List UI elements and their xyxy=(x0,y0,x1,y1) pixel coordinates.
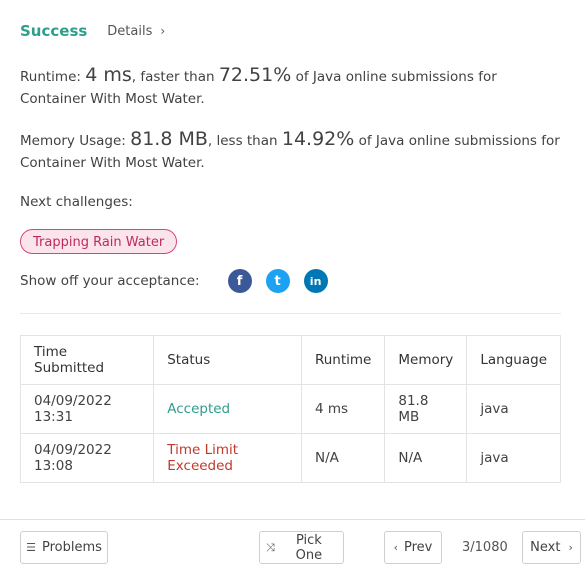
submission-result-panel: Success Details › Runtime: 4 ms, faster … xyxy=(0,0,585,520)
details-label: Details xyxy=(107,23,153,39)
cell-memory: 81.8 MB xyxy=(384,384,468,434)
runtime-value: 4 ms xyxy=(85,64,132,86)
social-icons: f t in xyxy=(227,269,342,293)
header-runtime: Runtime xyxy=(300,335,386,385)
runtime-label: Runtime: xyxy=(20,69,81,85)
facebook-icon[interactable]: f xyxy=(227,269,252,293)
pick-one-button[interactable]: ⤨ Pick One xyxy=(259,531,344,564)
memory-stat: Memory Usage: 81.8 MB, less than 14.92% … xyxy=(20,128,565,174)
header-memory: Memory xyxy=(384,335,468,385)
problems-label: Problems xyxy=(41,540,102,555)
linkedin-icon[interactable]: in xyxy=(303,269,328,293)
next-button[interactable]: Next › xyxy=(522,531,581,564)
cell-runtime: 4 ms xyxy=(300,384,386,434)
footer-bar: ☰ Problems ⤨ Pick One ‹ Prev 3/1080 Next… xyxy=(0,519,585,566)
cell-status-tle[interactable]: Time Limit Exceeded xyxy=(153,433,302,483)
runtime-percent: 72.51% xyxy=(218,64,292,86)
status-success: Success xyxy=(20,22,88,40)
divider xyxy=(20,313,561,314)
memory-mid: , less than xyxy=(207,133,278,149)
chevron-left-icon: ‹ xyxy=(393,541,399,554)
next-challenges-title: Next challenges: xyxy=(20,194,133,210)
share-label: Show off your acceptance: xyxy=(20,273,200,289)
share-row: Show off your acceptance: f t in xyxy=(20,269,342,293)
list-icon: ☰ xyxy=(26,541,36,554)
cell-status-accepted[interactable]: Accepted xyxy=(153,384,302,434)
table-row: 04/09/2022 13:31 Accepted 4 ms 81.8 MB j… xyxy=(19,384,561,434)
challenge-tag[interactable]: Trapping Rain Water xyxy=(20,229,178,254)
table-header-row: Time Submitted Status Runtime Memory Lan… xyxy=(19,335,561,385)
memory-percent: 14.92% xyxy=(281,128,355,150)
cell-language: java xyxy=(466,433,561,483)
prev-button[interactable]: ‹ Prev xyxy=(384,531,442,564)
cell-language: java xyxy=(466,384,561,434)
table-row: 04/09/2022 13:08 Time Limit Exceeded N/A… xyxy=(19,433,561,483)
header-language: Language xyxy=(466,335,561,385)
details-link[interactable]: Details › xyxy=(107,24,165,39)
runtime-mid: , faster than xyxy=(131,69,215,85)
chevron-right-icon: › xyxy=(568,541,573,554)
memory-value: 81.8 MB xyxy=(130,128,208,150)
runtime-stat: Runtime: 4 ms, faster than 72.51% of Jav… xyxy=(20,64,565,110)
next-label: Next xyxy=(530,540,561,555)
header-time-submitted: Time Submitted xyxy=(19,335,155,385)
cell-time: 04/09/2022 13:31 xyxy=(19,384,155,434)
shuffle-icon: ⤨ xyxy=(266,540,275,554)
chevron-right-icon: › xyxy=(160,24,166,38)
problems-button[interactable]: ☰ Problems xyxy=(20,531,108,564)
result-header: Success Details › xyxy=(20,22,165,40)
header-status: Status xyxy=(153,335,302,385)
memory-label: Memory Usage: xyxy=(20,133,126,149)
cell-time: 04/09/2022 13:08 xyxy=(19,433,155,483)
cell-memory: N/A xyxy=(384,433,468,483)
pick-one-label: Pick One xyxy=(295,532,323,563)
twitter-icon[interactable]: t xyxy=(265,269,290,293)
cell-runtime: N/A xyxy=(300,433,386,483)
page-counter: 3/1080 xyxy=(462,540,508,555)
prev-label: Prev xyxy=(404,540,433,555)
submissions-table: Time Submitted Status Runtime Memory Lan… xyxy=(19,335,561,483)
